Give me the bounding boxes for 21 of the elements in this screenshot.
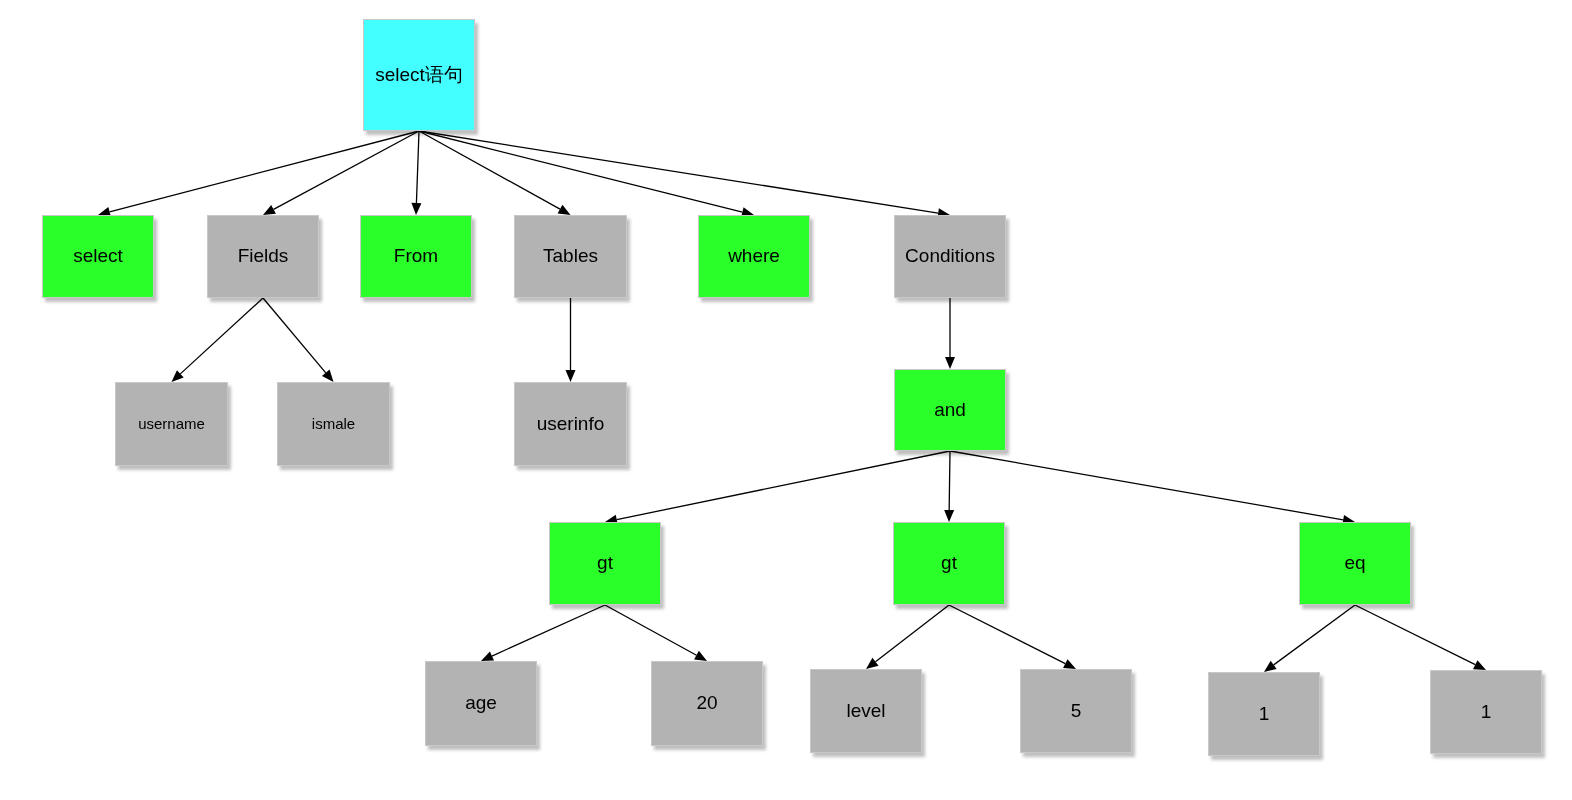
tree-node: 20 (651, 661, 763, 746)
tree-node: where (698, 215, 810, 298)
tree-node: Tables (514, 215, 627, 298)
tree-node: gt (549, 522, 661, 605)
tree-node: 1 (1430, 670, 1542, 754)
tree-node: userinfo (514, 382, 627, 466)
tree-node: select语句 (363, 19, 475, 131)
tree-node: 1 (1208, 672, 1320, 756)
tree-node: gt (893, 522, 1005, 605)
tree-node: select (42, 215, 154, 298)
tree-node: From (360, 215, 472, 298)
arrow (945, 297, 955, 369)
tree-node: eq (1299, 522, 1411, 605)
tree-node: ismale (277, 382, 390, 466)
tree-node: 5 (1020, 669, 1132, 753)
tree-node: age (425, 661, 537, 746)
tree-node: username (115, 382, 228, 466)
tree-node: level (810, 669, 922, 753)
tree-node: and (894, 369, 1006, 451)
tree-node: Fields (207, 215, 319, 298)
tree-node: Conditions (894, 215, 1006, 298)
